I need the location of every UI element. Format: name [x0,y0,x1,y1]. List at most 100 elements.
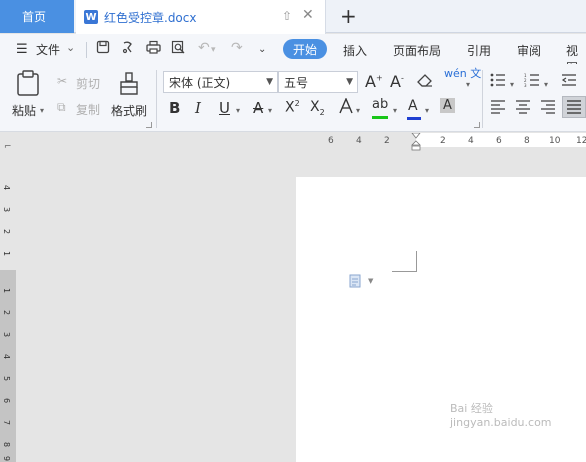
ribbon-home: 粘贴 ▾ ✂ 剪切 ⧉ 复制 格式刷 宋体 (正文) ▼ 五号 ▼ A+ A- … [0,64,586,132]
writer-doc-icon: W [84,10,98,24]
ruler-text-area [0,270,16,462]
highlight-icon[interactable]: ab [372,97,388,119]
ruler-tick-label: 1 [2,287,12,294]
decrease-indent-icon[interactable] [561,73,577,91]
indent-marker-icon[interactable] [411,133,421,151]
copy-button[interactable]: 复制 [76,101,100,118]
paste-options-icon[interactable] [349,274,361,288]
underline-icon[interactable]: U [219,99,230,117]
pinyin-dropdown-icon[interactable]: ▾ [466,80,470,89]
margin-corner-mark [392,251,417,272]
font-color-dropdown-icon[interactable]: ▾ [425,106,429,115]
export-icon[interactable] [121,40,135,58]
redo-icon[interactable]: ↷ [231,40,243,56]
ruler-tick-label: 10 [549,136,561,146]
tab-references[interactable]: 引用 [467,42,491,59]
divider [482,70,483,128]
text-effect-icon[interactable] [339,97,353,118]
tab-stop-selector-icon[interactable]: ⌐ [4,142,12,152]
highlight-dropdown-icon[interactable]: ▾ [393,106,397,115]
document-title: 红色受控章.docx [104,10,197,25]
wps-writer-window: 首页 W 红色受控章.docx ⇧ ✕ + ☰ 文件 ⌄ ↶ ▾ ↷ ⌄ 开始 … [0,0,586,462]
subscript-icon[interactable]: X2 [310,99,325,117]
font-name-select[interactable]: 宋体 (正文) ▼ [163,71,278,93]
numbered-list-dropdown-icon[interactable]: ▾ [544,80,548,89]
horizontal-ruler[interactable]: 6 4 2 2 4 6 8 10 12 [0,133,586,153]
customize-toolbar-icon[interactable]: ⌄ [258,44,266,55]
ruler-tick-label: 4 [468,136,474,146]
svg-text:3: 3 [524,83,527,87]
ruler-tick-label: 6 [2,397,12,404]
tab-start[interactable]: 开始 [283,39,328,59]
copy-icon[interactable]: ⧉ [57,100,66,115]
paste-options-dropdown-icon[interactable]: ▼ [368,277,373,285]
print-preview-icon[interactable] [171,40,186,58]
cut-button[interactable]: 剪切 [76,75,100,92]
undo-dropdown-icon[interactable]: ▾ [211,45,216,55]
bullet-list-dropdown-icon[interactable]: ▾ [510,80,514,89]
file-menu[interactable]: 文件 [36,41,60,58]
superscript-icon[interactable]: X2 [285,99,300,116]
font-color-swatch [407,117,421,120]
font-name-value: 宋体 (正文) [169,75,231,90]
strikethrough-icon[interactable]: A [253,99,263,117]
undo-icon[interactable]: ↶ [198,40,210,56]
bullet-list-icon[interactable] [490,73,506,91]
divider [156,70,157,128]
hamburger-menu-icon[interactable]: ☰ [16,42,28,57]
ruler-tick-label: 6 [496,136,502,146]
ruler-tick-label: 7 [2,419,12,426]
ruler-tick-label: 1 [2,250,12,257]
tab-page-layout[interactable]: 页面布局 [393,42,441,59]
text-effect-dropdown-icon[interactable]: ▾ [356,106,360,115]
shrink-font-icon[interactable]: A- [390,72,404,91]
watermark: Bai 经验 jingyan.baidu.com [450,402,552,429]
justify-icon[interactable] [562,96,586,118]
underline-dropdown-icon[interactable]: ▾ [236,106,240,115]
bold-icon[interactable]: B [169,99,180,117]
print-icon[interactable] [146,40,161,58]
ruler-tick-label: 4 [2,184,12,191]
font-color-icon[interactable]: A [407,98,421,120]
ruler-tick-label: 6 [328,136,334,146]
strikethrough-dropdown-icon[interactable]: ▾ [268,106,272,115]
format-painter-icon[interactable] [118,72,140,102]
menu-bar: ☰ 文件 ⌄ ↶ ▾ ↷ ⌄ 开始 插入 页面布局 引用 审阅 视图 [0,34,586,75]
upload-icon[interactable]: ⇧ [282,9,292,23]
format-painter-button[interactable]: 格式刷 [111,102,147,119]
tab-review[interactable]: 审阅 [517,42,541,59]
align-center-icon[interactable] [515,100,531,118]
ruler-tick-label: 3 [2,331,12,338]
new-tab-icon[interactable]: + [340,4,357,28]
ruler-tick-label: 4 [356,136,362,146]
chevron-down-icon: ▼ [346,77,353,87]
ruler-tick-label: 8 [2,441,12,448]
ruler-tick-label: 2 [2,228,12,235]
clear-format-icon[interactable] [417,72,433,92]
character-shading-icon[interactable]: A [440,98,455,113]
italic-icon[interactable]: I [195,99,201,117]
paste-icon[interactable] [16,70,40,102]
tab-home[interactable]: 首页 [0,0,74,33]
align-right-icon[interactable] [540,100,556,118]
save-icon[interactable] [96,40,110,58]
grow-font-icon[interactable]: A+ [365,72,383,91]
highlight-color-swatch [372,116,388,119]
ruler-tick-label: 2 [384,136,390,146]
close-tab-icon[interactable]: ✕ [302,7,314,23]
cut-icon[interactable]: ✂ [57,74,67,88]
ruler-tick-label: 5 [2,375,12,382]
paste-dropdown-icon[interactable]: ▾ [40,106,44,115]
align-left-icon[interactable] [490,100,506,118]
numbered-list-icon[interactable]: 123 [524,73,540,91]
tab-insert[interactable]: 插入 [343,42,367,59]
font-group-launcher[interactable] [474,122,480,128]
chevron-down-icon: ▼ [266,77,273,87]
chevron-down-icon[interactable]: ⌄ [66,41,75,54]
vertical-ruler[interactable]: 4 3 2 1 1 2 3 4 5 6 7 8 9 [0,153,16,462]
clipboard-group-launcher[interactable] [146,122,152,128]
pinyin-guide-icon[interactable]: wén 文 [444,68,481,79]
paste-button[interactable]: 粘贴 [12,102,36,119]
font-size-select[interactable]: 五号 ▼ [278,71,358,93]
ruler-tick-label: 2 [440,136,446,146]
